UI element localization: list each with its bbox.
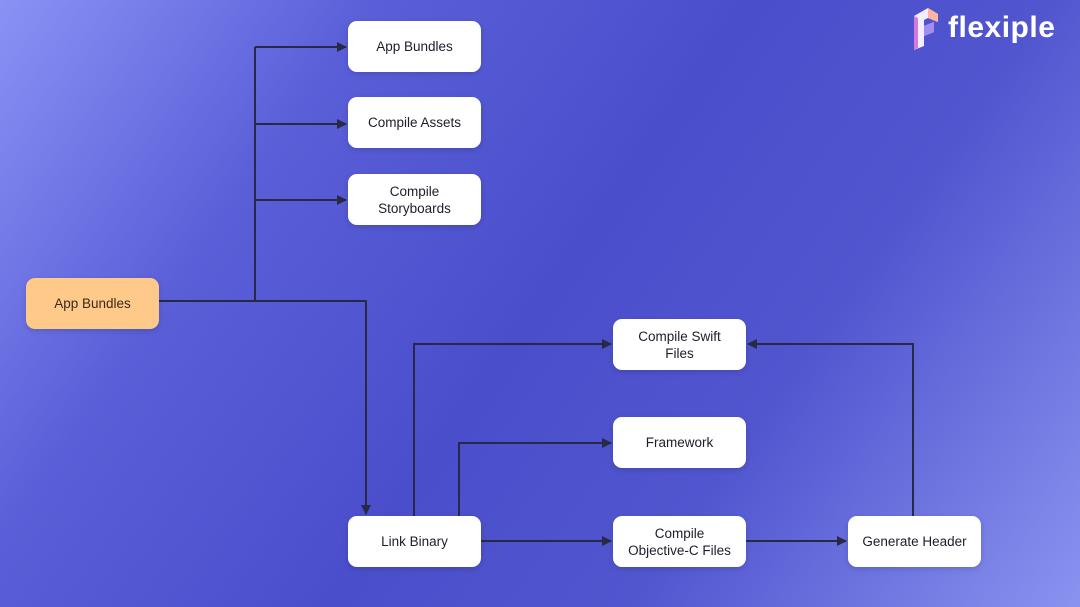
- brand-name: flexiple: [948, 11, 1056, 44]
- node-framework: Framework: [613, 417, 746, 468]
- node-root-app-bundles: App Bundles: [26, 278, 159, 329]
- node-compile-objc-files: Compile Objective-C Files: [613, 516, 746, 567]
- flexiple-logo-icon: [914, 8, 938, 50]
- edge-link-to-swift: [413, 339, 612, 516]
- edge-link-to-framework: [458, 438, 612, 516]
- node-compile-swift-files: Compile Swift Files: [613, 319, 746, 370]
- flexiple-logo: flexiple: [908, 6, 1055, 50]
- node-generate-header: Generate Header: [848, 516, 981, 567]
- node-link-binary: Link Binary: [348, 516, 481, 567]
- node-compile-assets: Compile Assets: [348, 97, 481, 148]
- edge-root-trunk: [159, 47, 256, 302]
- edge-header-to-swift: [747, 339, 914, 516]
- edge-to-link-binary: [255, 300, 371, 515]
- node-compile-storyboards: Compile Storyboards: [348, 174, 481, 225]
- node-app-bundles: App Bundles: [348, 21, 481, 72]
